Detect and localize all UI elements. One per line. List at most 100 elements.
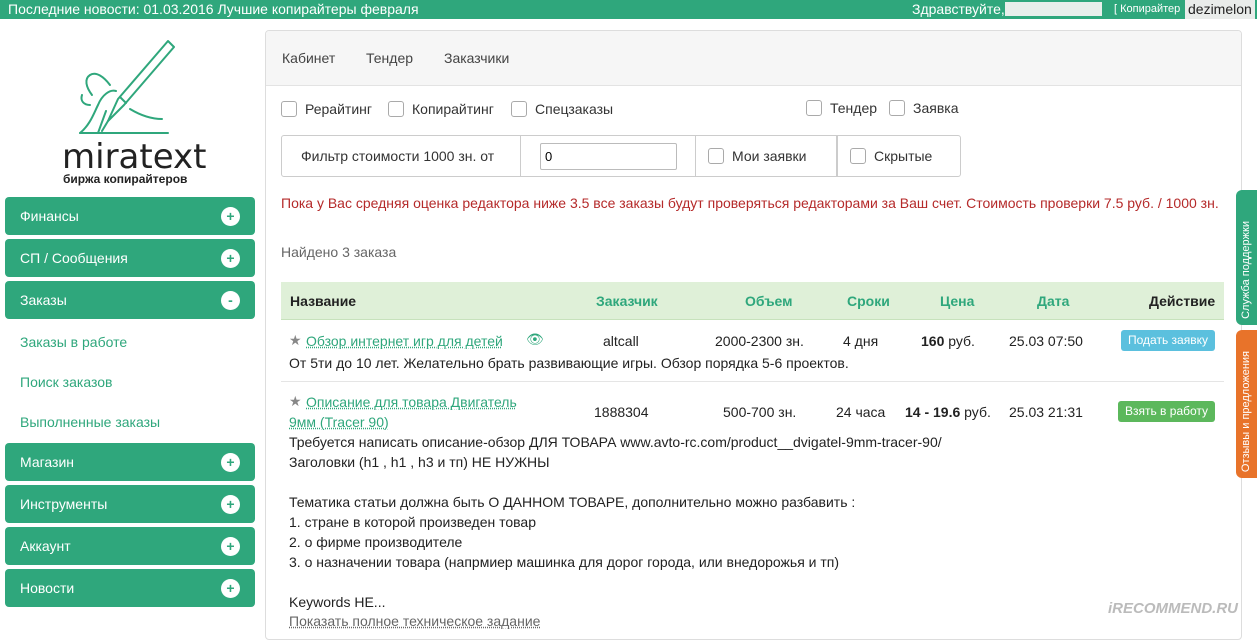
sidebar-section-messages[interactable]: СП / Сообщения +: [5, 239, 255, 277]
order-description-line: 1. стране в которой произведен товар: [289, 512, 536, 532]
col-deadline[interactable]: Сроки: [847, 293, 890, 309]
checkbox-icon[interactable]: [889, 100, 905, 116]
col-title[interactable]: Название: [290, 293, 356, 309]
cost-filter-input[interactable]: [540, 143, 677, 170]
order-description-line: 3. о назначении товара (напрмиер машинка…: [289, 552, 839, 572]
latest-news-link[interactable]: Последние новости: 01.03.2016 Лучшие коп…: [8, 0, 419, 19]
filter-bid[interactable]: Заявка: [889, 100, 958, 116]
col-customer[interactable]: Заказчик: [596, 293, 658, 309]
order-volume: 2000-2300 зн.: [715, 333, 804, 349]
expand-icon[interactable]: +: [221, 537, 240, 556]
checkbox-icon[interactable]: [708, 148, 724, 164]
filter-special-orders[interactable]: Спецзаказы: [511, 101, 613, 117]
col-volume[interactable]: Объем: [745, 293, 793, 309]
site-logo[interactable]: miratext биржа копирайтеров: [50, 35, 210, 185]
cost-filter-group: Фильтр стоимости 1000 зн. от: [281, 135, 696, 177]
top-news-bar: Последние новости: 01.03.2016 Лучшие коп…: [0, 0, 1257, 19]
order-date: 25.03 07:50: [1009, 333, 1083, 349]
sidebar-section-label: Аккаунт: [20, 538, 71, 554]
col-action: Действие: [1149, 293, 1215, 309]
expand-icon[interactable]: +: [221, 453, 240, 472]
reviews-side-tab[interactable]: Отзывы и предложения: [1236, 330, 1257, 478]
sidebar-section-tools[interactable]: Инструменты +: [5, 485, 255, 523]
tab-customers[interactable]: Заказчики: [444, 50, 509, 66]
my-bids-group: Мои заявки: [696, 135, 837, 177]
sidebar-section-label: Магазин: [20, 454, 74, 470]
checkbox-icon[interactable]: [850, 148, 866, 164]
order-deadline: 4 дня: [843, 333, 878, 349]
order-title-link-cont[interactable]: 9мм (Tracer 90): [289, 412, 389, 432]
checkbox-icon[interactable]: [806, 100, 822, 116]
watermark: iRECOMMEND.RU: [1108, 600, 1238, 617]
order-price: 14 - 19.6 руб.: [905, 404, 991, 420]
show-full-spec-link[interactable]: Показать полное техническое задание: [289, 613, 540, 629]
greeting-text: Здравствуйте,: [912, 0, 1005, 19]
checkbox-icon[interactable]: [388, 101, 404, 117]
username-label: dezimelon: [1185, 0, 1255, 19]
filter-my-bids[interactable]: Мои заявки: [708, 148, 806, 164]
col-price[interactable]: Цена: [940, 293, 974, 309]
sidebar-link-orders-in-progress[interactable]: Заказы в работе: [20, 334, 127, 350]
support-tab-label: Служба поддержки: [1240, 221, 1252, 319]
favorite-star-icon[interactable]: ★: [289, 332, 302, 349]
order-description-line: Тематика статьи должна быть О ДАННОМ ТОВ…: [289, 492, 855, 512]
user-role: [ Копирайтер: [1114, 0, 1180, 19]
favorite-star-icon[interactable]: ★: [289, 393, 302, 410]
order-volume: 500-700 зн.: [723, 404, 796, 420]
sidebar-section-shop[interactable]: Магазин +: [5, 443, 255, 481]
blurred-name: [1005, 2, 1102, 16]
sidebar-section-finance[interactable]: Финансы +: [5, 197, 255, 235]
order-description-line: 2. о фирме производителе: [289, 532, 462, 552]
orders-table-header: Название Заказчик Объем Сроки Цена Дата …: [281, 282, 1224, 320]
divider: [520, 136, 521, 176]
order-description: От 5ти до 10 лет. Желательно брать разви…: [289, 353, 849, 373]
filter-hidden[interactable]: Скрытые: [850, 148, 932, 164]
tab-tender[interactable]: Тендер: [366, 50, 413, 66]
sidebar-section-account[interactable]: Аккаунт +: [5, 527, 255, 565]
order-customer[interactable]: 1888304: [594, 404, 649, 420]
logo-brand-text: miratext: [62, 137, 206, 177]
order-description-line: Требуется написать описание-обзор ДЛЯ ТО…: [289, 432, 942, 452]
expand-icon[interactable]: +: [221, 495, 240, 514]
order-title-link[interactable]: Описание для товара Двигатель: [306, 392, 517, 412]
support-side-tab[interactable]: Служба поддержки: [1236, 190, 1257, 325]
logo-tagline: биржа копирайтеров: [63, 172, 187, 186]
filter-rewriting[interactable]: Рерайтинг: [281, 101, 372, 117]
sidebar-section-orders[interactable]: Заказы -: [5, 281, 255, 319]
expand-icon[interactable]: +: [221, 249, 240, 268]
checkbox-icon[interactable]: [511, 101, 527, 117]
pen-hand-icon: [50, 35, 210, 140]
tab-cabinet[interactable]: Кабинет: [282, 50, 335, 66]
order-description-line: Keywords НЕ...: [289, 592, 385, 612]
eye-icon: 👁: [526, 331, 544, 348]
col-date[interactable]: Дата: [1037, 293, 1069, 309]
sidebar-section-news[interactable]: Новости +: [5, 569, 255, 607]
take-to-work-button[interactable]: Взять в работу: [1118, 401, 1215, 422]
order-title-link[interactable]: Обзор интернет игр для детей: [306, 331, 503, 351]
editor-rating-warning: Пока у Вас средняя оценка редактора ниже…: [281, 193, 1226, 213]
expand-icon[interactable]: +: [221, 207, 240, 226]
order-deadline: 24 часа: [836, 404, 885, 420]
order-date: 25.03 21:31: [1009, 404, 1083, 420]
collapse-icon[interactable]: -: [221, 291, 240, 310]
order-customer[interactable]: altcall: [603, 333, 639, 349]
filter-tender[interactable]: Тендер: [806, 100, 877, 116]
sidebar-section-label: Финансы: [20, 208, 79, 224]
main-nav: Кабинет Тендер Заказчики: [266, 31, 1241, 86]
sidebar-link-completed-orders[interactable]: Выполненные заказы: [20, 414, 160, 430]
sidebar-section-label: СП / Сообщения: [20, 250, 128, 266]
found-count: Найдено 3 заказа: [281, 244, 396, 260]
sidebar-section-label: Инструменты: [20, 496, 107, 512]
reviews-tab-label: Отзывы и предложения: [1240, 351, 1252, 472]
sidebar-section-label: Заказы: [20, 292, 67, 308]
checkbox-icon[interactable]: [281, 101, 297, 117]
filter-copywriting[interactable]: Копирайтинг: [388, 101, 494, 117]
submit-bid-button[interactable]: Подать заявку: [1121, 330, 1215, 351]
cost-filter-label: Фильтр стоимости 1000 зн. от: [301, 148, 494, 164]
sidebar-link-search-orders[interactable]: Поиск заказов: [20, 374, 112, 390]
sidebar-section-label: Новости: [20, 580, 74, 596]
row-divider: [281, 381, 1224, 382]
expand-icon[interactable]: +: [221, 579, 240, 598]
order-price: 160 руб.: [921, 333, 975, 349]
hidden-group: Скрытые: [837, 135, 961, 177]
